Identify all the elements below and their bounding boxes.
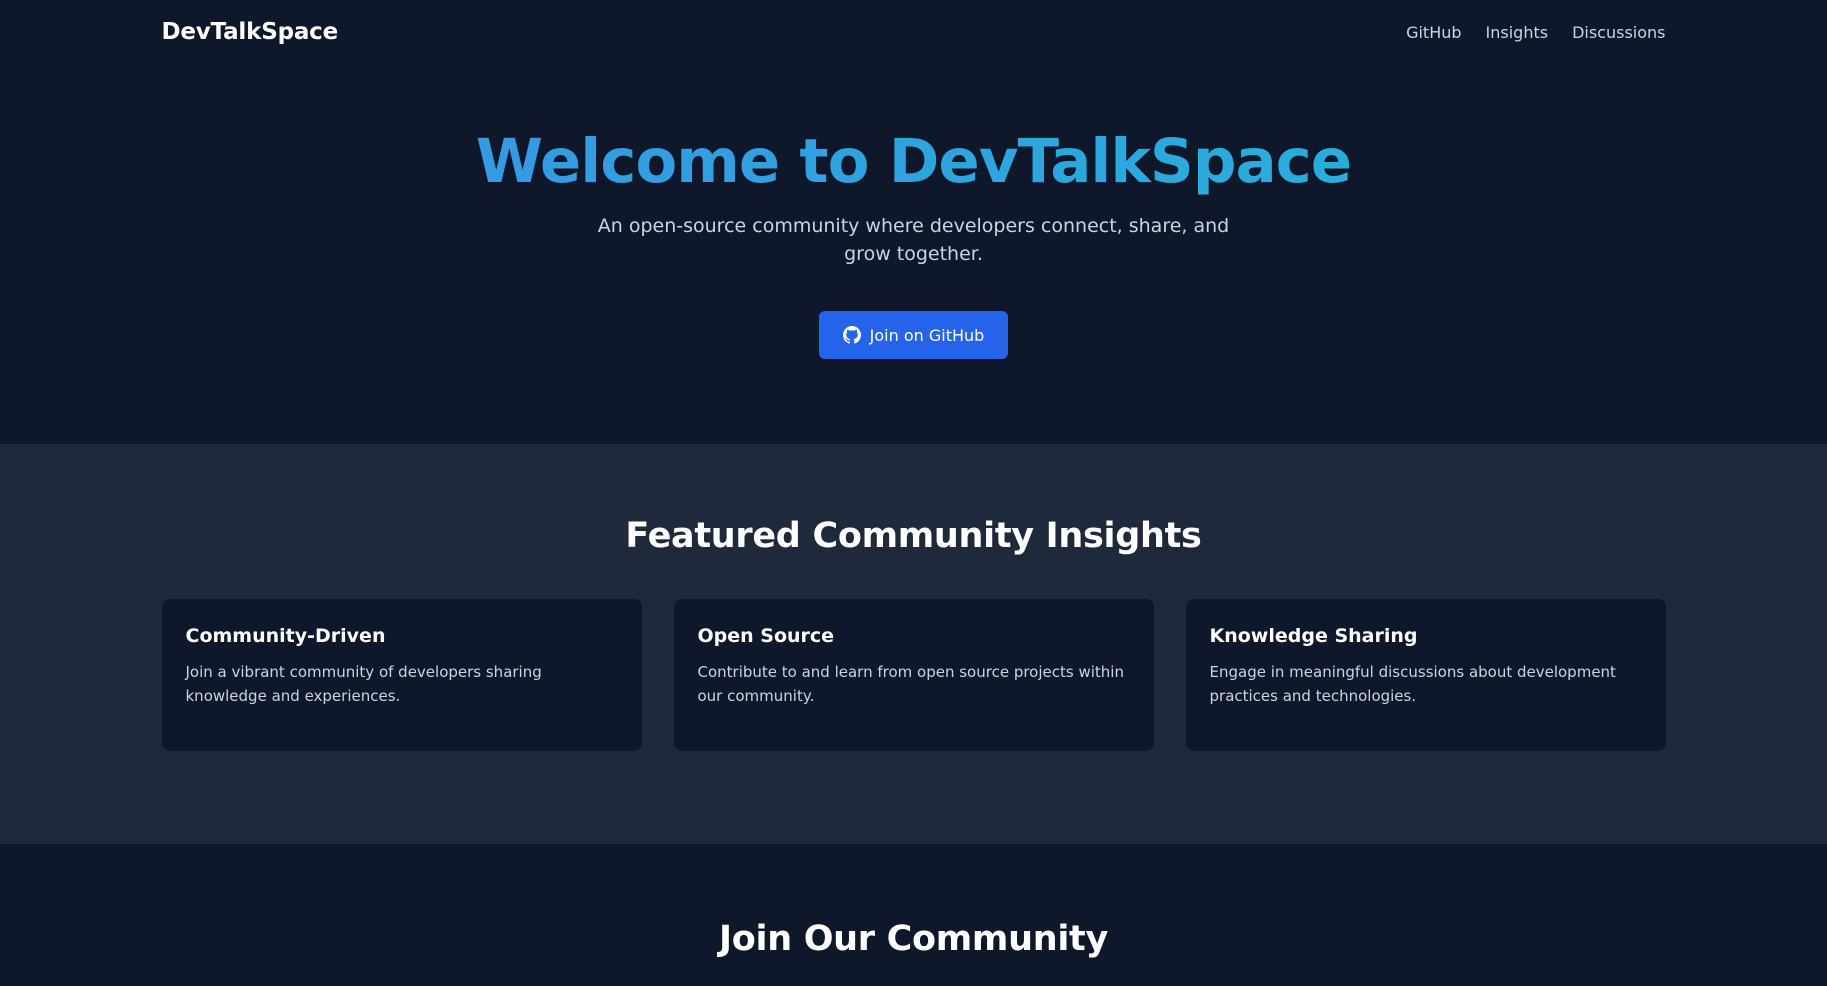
card-title: Knowledge Sharing xyxy=(1209,625,1418,647)
feature-cards: Community-Driven Join a vibrant communit… xyxy=(161,599,1666,751)
featured-section: Featured Community Insights Community-Dr… xyxy=(0,444,1827,844)
nav-link-github[interactable]: GitHub xyxy=(1406,23,1461,42)
github-icon xyxy=(842,326,861,344)
card-text: Engage in meaningful discussions about d… xyxy=(1209,663,1616,705)
hero-subtitle: An open-source community where developer… xyxy=(597,215,1230,266)
card-text: Join a vibrant community of developers s… xyxy=(185,663,542,705)
join-title: Join Our Community xyxy=(719,919,1108,959)
top-nav: DevTalkSpace GitHub Insights Discussions xyxy=(0,0,1827,64)
card-title: Community-Driven xyxy=(185,625,386,647)
hero-section: Welcome to DevTalkSpace An open-source c… xyxy=(0,64,1827,444)
brand-logo[interactable]: DevTalkSpace xyxy=(162,19,339,45)
feature-card-open-source: Open Source Contribute to and learn from… xyxy=(673,599,1154,751)
feature-card-community: Community-Driven Join a vibrant communit… xyxy=(161,599,642,751)
join-github-button[interactable]: Join on GitHub xyxy=(818,311,1009,360)
nav-link-discussions[interactable]: Discussions xyxy=(1572,23,1665,42)
hero-title: Welcome to DevTalkSpace xyxy=(0,64,1827,198)
nav-link-insights[interactable]: Insights xyxy=(1486,23,1549,42)
card-title: Open Source xyxy=(697,625,835,647)
card-text: Contribute to and learn from open source… xyxy=(697,663,1124,705)
feature-card-knowledge: Knowledge Sharing Engage in meaningful d… xyxy=(1185,599,1666,751)
join-github-label: Join on GitHub xyxy=(869,325,985,345)
join-section: Join Our Community xyxy=(0,844,1827,957)
nav-links: GitHub Insights Discussions xyxy=(1406,23,1665,42)
featured-title: Featured Community Insights xyxy=(625,516,1202,556)
